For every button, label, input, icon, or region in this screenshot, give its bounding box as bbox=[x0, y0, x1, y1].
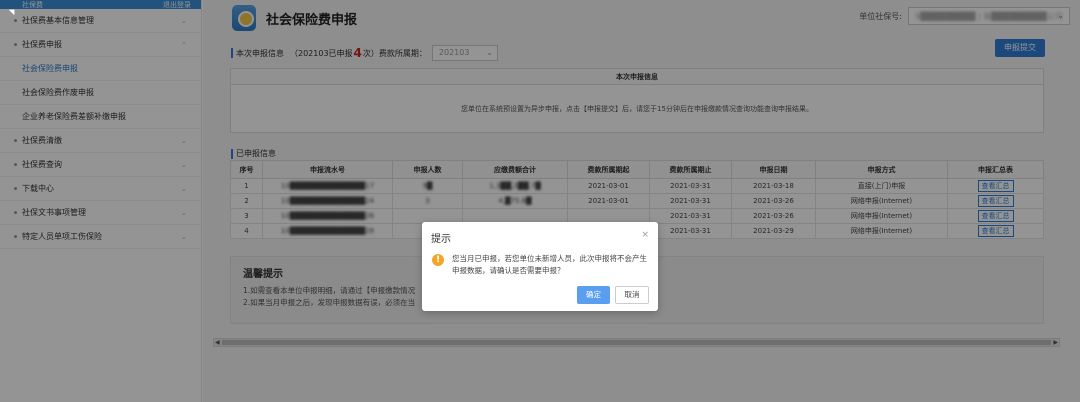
confirm-button[interactable]: 确定 bbox=[577, 286, 610, 304]
close-icon[interactable]: × bbox=[641, 230, 649, 240]
dialog-message: 您当月已申报，若您单位未新增人员，此次申报将不会产生申报数据，请确认是否需要申报… bbox=[452, 254, 647, 275]
modal-overlay bbox=[0, 0, 1080, 402]
dialog-title: 提示 bbox=[431, 234, 451, 245]
confirm-dialog: 提示 × ! 您当月已申报，若您单位未新增人员，此次申报将不会产生申报数据，请确… bbox=[422, 222, 658, 311]
warning-icon: ! bbox=[432, 254, 444, 266]
cancel-button[interactable]: 取消 bbox=[615, 286, 649, 304]
